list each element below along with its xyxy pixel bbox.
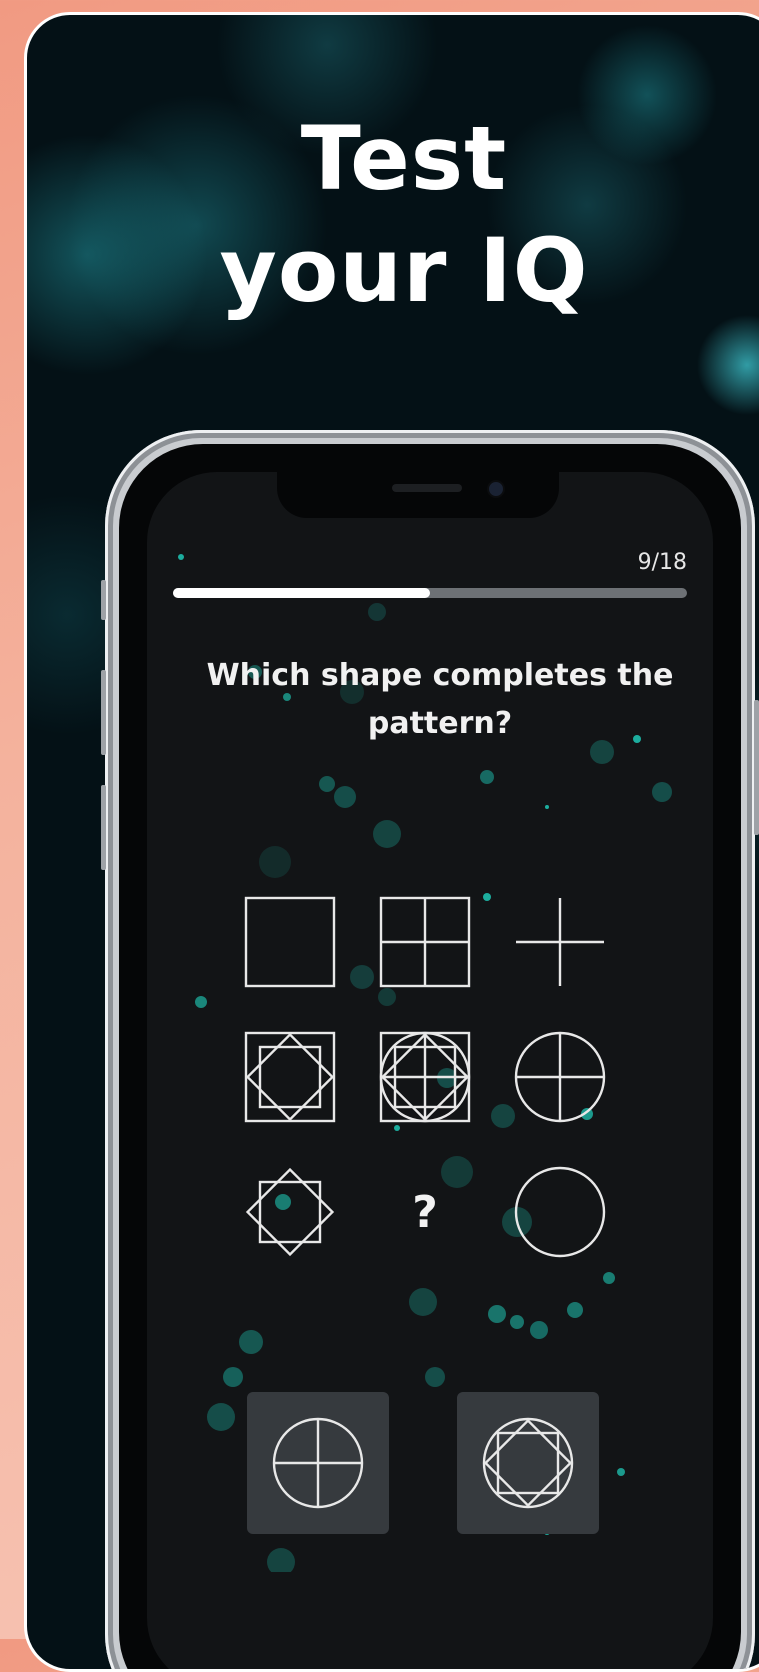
circle-icon [514, 1166, 606, 1258]
grid-cell-1-1 [235, 887, 345, 997]
circle-cross-icon [272, 1417, 364, 1509]
grid-cell-3-3 [505, 1157, 615, 1267]
volume-up-button [101, 670, 106, 755]
answer-option-2[interactable] [457, 1392, 599, 1534]
phone-bezel: 9/18 Which shape completes the pattern? [119, 444, 741, 1669]
missing-shape-question-mark: ? [412, 1186, 438, 1238]
grid-cell-1-2 [370, 887, 480, 997]
progress-bar-fill [173, 588, 430, 598]
phone-screen: 9/18 Which shape completes the pattern? [147, 472, 713, 1669]
promo-headline: Test your IQ [27, 103, 759, 327]
grid-cell-2-2 [370, 1022, 480, 1132]
answer-option-1[interactable] [247, 1392, 389, 1534]
grid-cell-1-3 [505, 887, 615, 997]
plus-icon [516, 898, 604, 986]
question-counter: 9/18 [637, 550, 687, 575]
square-star-circle-cross-icon [379, 1031, 471, 1123]
headline-line-2: your IQ [219, 219, 589, 322]
camera-icon [487, 480, 505, 498]
grid-cell-2-3 [505, 1022, 615, 1132]
square-with-star-icon [244, 1031, 336, 1123]
promo-card: Test your IQ 9/18 Which shape completes … [24, 12, 759, 1672]
circle-cross-icon [514, 1031, 606, 1123]
eight-point-star-icon [245, 1167, 335, 1257]
volume-down-button [101, 785, 106, 870]
phone-frame: 9/18 Which shape completes the pattern? [101, 430, 759, 1669]
grid-cell-3-2: ? [370, 1157, 480, 1267]
circle-star-icon [482, 1417, 574, 1509]
headline-line-1: Test [300, 107, 508, 210]
grid-cell-2-1 [235, 1022, 345, 1132]
notch [277, 472, 559, 518]
mute-switch [101, 580, 106, 620]
question-text: Which shape completes the pattern? [206, 658, 674, 741]
grid-cell-3-1 [235, 1157, 345, 1267]
speaker-grille [392, 484, 462, 492]
progress-bar [173, 588, 687, 598]
power-button [754, 700, 759, 835]
square-icon [244, 896, 336, 988]
pattern-grid: ? [235, 887, 615, 1267]
square-quartered-icon [379, 896, 471, 988]
